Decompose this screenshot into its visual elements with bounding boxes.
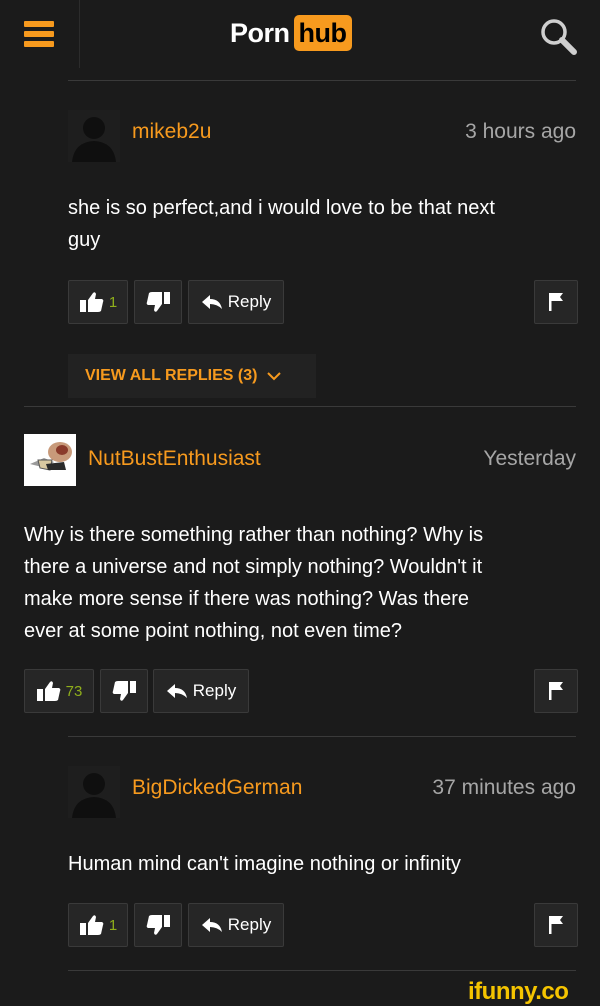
reply-label: Reply: [227, 292, 272, 311]
like-count: 1: [108, 916, 118, 934]
comment-username[interactable]: BigDickedGerman: [132, 776, 302, 800]
comment-line: ever at some point nothing, not even tim…: [24, 620, 403, 642]
avatar-image: [24, 434, 76, 486]
flag-button[interactable]: [534, 280, 578, 324]
divider: [68, 970, 576, 971]
logo-text-right: hub: [293, 15, 352, 51]
chevron-down-icon: [267, 372, 282, 381]
user-silhouette-icon: [68, 110, 120, 162]
comment-line: she is so perfect,and i would love to be…: [68, 197, 495, 219]
watermark: ifunny.co: [468, 978, 569, 1005]
dislike-button[interactable]: [134, 280, 182, 324]
view-replies-label: VIEW ALL REPLIES (3): [85, 367, 258, 384]
dislike-button[interactable]: [134, 903, 182, 947]
thumbs-down-icon: [146, 915, 170, 935]
flag-icon: [549, 682, 563, 700]
like-button[interactable]: 73: [24, 669, 94, 713]
divider: [24, 406, 576, 407]
comment-username[interactable]: NutBustEnthusiast: [88, 447, 261, 471]
like-count: 73: [65, 682, 83, 700]
comment-time: 37 minutes ago: [432, 776, 576, 799]
comment-text: she is so perfect,and i would love to be…: [68, 192, 578, 256]
comment-text: Human mind can't imagine nothing or infi…: [68, 848, 578, 880]
app-header: Porn hub: [0, 0, 600, 68]
thumbs-up-icon: [79, 915, 104, 935]
comment-line: Why is there something rather than nothi…: [24, 524, 484, 546]
divider: [68, 80, 576, 81]
reply-button[interactable]: Reply: [153, 669, 249, 713]
thumbs-down-icon: [112, 681, 136, 701]
reply-label: Reply: [227, 915, 272, 934]
comment-time: 3 hours ago: [465, 120, 576, 143]
thumbs-up-icon: [36, 681, 60, 701]
like-button[interactable]: 1: [68, 903, 128, 947]
divider: [68, 736, 576, 737]
reply-arrow-icon: [166, 684, 187, 698]
search-icon[interactable]: [536, 14, 580, 58]
comment-time: Yesterday: [483, 447, 576, 470]
comment-line: make more sense if there was nothing? Wa…: [24, 588, 470, 610]
hamburger-menu-icon[interactable]: [0, 0, 80, 68]
flag-icon: [549, 916, 563, 934]
comment-line: there a universe and not simply nothing?…: [24, 556, 483, 578]
avatar[interactable]: [68, 766, 120, 818]
reply-label: Reply: [192, 681, 237, 700]
user-silhouette-icon: [68, 766, 120, 818]
like-button[interactable]: 1: [68, 280, 128, 324]
reply-arrow-icon: [201, 918, 222, 932]
reply-button[interactable]: Reply: [188, 280, 284, 324]
comment-line: guy: [68, 229, 101, 251]
comment-text: Why is there something rather than nothi…: [24, 519, 584, 647]
logo-text-left: Porn: [230, 17, 290, 48]
reply-button[interactable]: Reply: [188, 903, 284, 947]
like-count: 1: [108, 293, 118, 311]
reply-arrow-icon: [201, 295, 222, 309]
flag-button[interactable]: [534, 903, 578, 947]
view-all-replies-button[interactable]: VIEW ALL REPLIES (3): [68, 354, 316, 398]
flag-icon: [549, 293, 563, 311]
comment-username[interactable]: mikeb2u: [132, 120, 211, 144]
site-logo[interactable]: Porn hub: [230, 13, 352, 53]
avatar[interactable]: [68, 110, 120, 162]
thumbs-up-icon: [79, 292, 104, 312]
thumbs-down-icon: [146, 292, 170, 312]
dislike-button[interactable]: [100, 669, 148, 713]
comment-line: Human mind can't imagine nothing or infi…: [68, 853, 461, 875]
flag-button[interactable]: [534, 669, 578, 713]
avatar[interactable]: [24, 434, 76, 486]
